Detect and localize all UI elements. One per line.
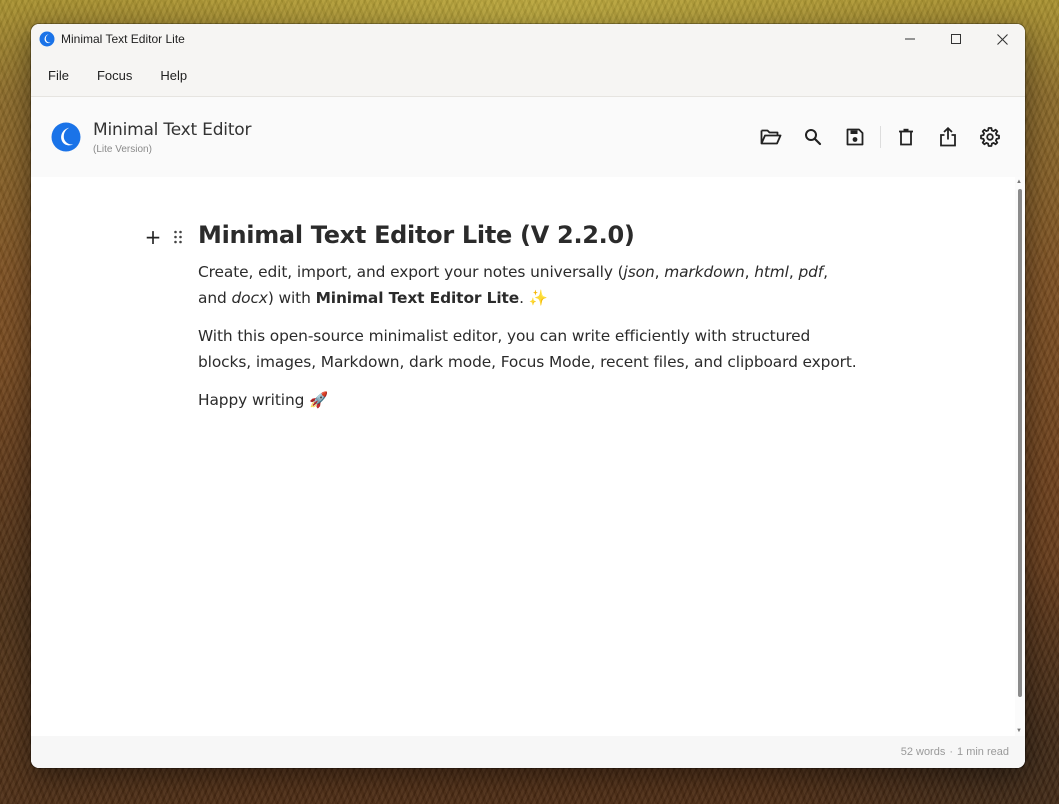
sparkles-emoji: ✨ [528,289,548,307]
toolbar-divider [880,126,881,148]
close-button[interactable] [979,24,1025,54]
format-pdf: pdf [798,263,824,281]
scrollbar[interactable]: ▲ ▼ [1015,177,1025,736]
minimize-icon [905,38,915,40]
share-icon [940,127,956,147]
format-json: json [623,263,655,281]
toolbar [750,97,1011,177]
block-handles: + [143,227,183,247]
title-bar: Minimal Text Editor Lite [31,24,1025,54]
gear-icon [980,127,1000,147]
app-name-bold: Minimal Text Editor Lite [315,289,520,307]
export-button[interactable] [927,119,969,155]
format-docx: docx [231,289,268,307]
scroll-up-arrow-icon[interactable]: ▲ [1016,178,1022,186]
brand-text: Minimal Text Editor (Lite Version) [93,120,251,155]
rocket-emoji: 🚀 [309,391,329,409]
drag-handle-icon[interactable] [173,230,183,244]
app-name: Minimal Text Editor [93,119,252,140]
add-block-button[interactable]: + [143,227,163,247]
close-icon [996,33,1008,45]
paragraph-intro[interactable]: Create, edit, import, and export your no… [198,259,858,311]
word-count: 52 words [900,746,946,758]
open-button[interactable] [750,119,792,155]
app-header: Minimal Text Editor (Lite Version) [31,97,1025,178]
brand-logo-icon [51,122,81,152]
settings-button[interactable] [969,119,1011,155]
format-html: html [754,263,789,281]
status-separator: · [949,746,954,758]
document-heading[interactable]: Minimal Text Editor Lite (V 2.2.0) [198,221,858,249]
app-subtitle: (Lite Version) [93,143,152,155]
menu-focus[interactable]: Focus [95,64,134,87]
search-icon [805,129,822,146]
window-controls [887,24,1025,54]
paragraph-closing[interactable]: Happy writing 🚀 [198,387,858,413]
app-window: Minimal Text Editor Lite File Focus Help… [31,24,1025,768]
delete-button[interactable] [885,119,927,155]
maximize-button[interactable] [933,24,979,54]
maximize-icon [951,34,961,44]
search-button[interactable] [792,119,834,155]
save-button[interactable] [834,119,876,155]
save-icon [846,128,864,146]
minimize-button[interactable] [887,24,933,54]
trash-icon [899,128,913,146]
window-title: Minimal Text Editor Lite [61,32,185,46]
paragraph-features[interactable]: With this open-source minimalist editor,… [198,323,858,375]
scroll-thumb[interactable] [1018,189,1022,697]
menu-bar: File Focus Help [31,54,1025,97]
read-time: 1 min read [957,746,1009,758]
open-folder-icon [760,129,782,145]
editor-area[interactable]: + Minimal Text Editor Lite (V 2.2.0) Cre… [31,177,1015,736]
scroll-down-arrow-icon[interactable]: ▼ [1016,727,1022,735]
menu-file[interactable]: File [46,64,71,87]
status-bar: 52 words · 1 min read [31,736,1025,768]
document-content[interactable]: Minimal Text Editor Lite (V 2.2.0) Creat… [198,221,858,425]
app-logo-icon [39,31,55,47]
format-markdown: markdown [664,263,745,281]
menu-help[interactable]: Help [158,64,189,87]
